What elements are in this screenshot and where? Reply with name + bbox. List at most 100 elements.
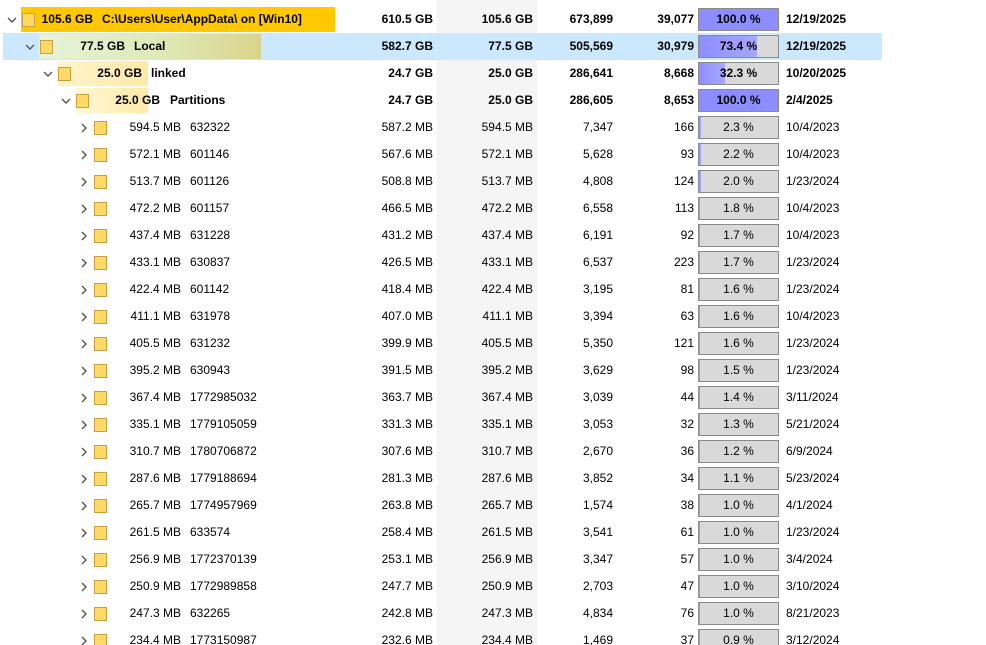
chevron-right-icon[interactable] [79, 581, 89, 592]
folder-icon [94, 499, 107, 513]
folder-icon [76, 94, 89, 108]
tree-row[interactable]: 265.7 MB 1774957969 263.8 MB 265.7 MB 1,574 3… [0, 492, 986, 519]
percent-label: 1.3 % [723, 417, 754, 431]
tree-row[interactable]: 472.2 MB 601157 466.5 MB 472.2 MB 6,558 113 1.… [0, 195, 986, 222]
chevron-down-icon[interactable] [7, 14, 17, 24]
folders-cell: 39,077 [657, 12, 694, 26]
tree-row[interactable]: 250.9 MB 1772989858 247.7 MB 250.9 MB 2,703 4… [0, 573, 986, 600]
percent-label: 1.6 % [723, 309, 754, 323]
percent-label: 1.0 % [723, 525, 754, 539]
files-cell: 286,641 [569, 66, 613, 80]
tree-row[interactable]: 25.0 GB linked 24.7 GB 25.0 GB 286,641 8,668 3… [0, 60, 986, 87]
size-cell: 405.5 MB [481, 336, 533, 350]
tree-row[interactable]: 25.0 GB Partitions 24.7 GB 25.0 GB 286,605 8,… [0, 87, 986, 114]
files-cell: 3,053 [582, 417, 613, 431]
allocated-cell: 567.6 MB [381, 147, 433, 161]
folder-icon [94, 256, 107, 270]
folder-name: 601126 [190, 174, 230, 188]
size-label: 256.9 MB [129, 552, 181, 566]
folders-cell: 98 [680, 363, 694, 377]
chevron-right-icon[interactable] [79, 311, 89, 322]
tree-row[interactable]: 77.5 GB Local 582.7 GB 77.5 GB 505,569 30,979… [0, 33, 986, 60]
chevron-right-icon[interactable] [79, 635, 89, 645]
chevron-right-icon[interactable] [79, 284, 89, 295]
folders-cell: 8,668 [663, 66, 694, 80]
percent-of-parent-bar: 1.0 % [698, 494, 779, 517]
chevron-right-icon[interactable] [79, 338, 89, 349]
percent-label: 1.2 % [723, 444, 754, 458]
size-label: 105.6 GB [41, 12, 93, 26]
size-cell: 25.0 GB [488, 66, 533, 80]
percent-of-parent-bar: 1.7 % [698, 224, 779, 247]
chevron-right-icon[interactable] [79, 392, 89, 403]
chevron-down-icon[interactable] [61, 95, 71, 105]
folder-name: 1772985032 [190, 390, 257, 404]
chevron-right-icon[interactable] [79, 446, 89, 457]
size-cell: 335.1 MB [481, 417, 533, 431]
chevron-down-icon[interactable] [43, 68, 53, 78]
tree-row[interactable]: 256.9 MB 1772370139 253.1 MB 256.9 MB 3,347 5… [0, 546, 986, 573]
folder-name: 631232 [190, 336, 231, 350]
folder-icon [94, 418, 107, 432]
percent-label: 1.0 % [723, 606, 754, 620]
chevron-right-icon[interactable] [79, 176, 89, 187]
tree-row[interactable]: 572.1 MB 601146 567.6 MB 572.1 MB 5,628 93 2.2… [0, 141, 986, 168]
tree-row[interactable]: 405.5 MB 631232 399.9 MB 405.5 MB 5,350 121 1.… [0, 330, 986, 357]
last-modified-cell: 3/10/2024 [786, 579, 840, 593]
size-cell: 395.2 MB [481, 363, 533, 377]
files-cell: 3,852 [582, 471, 613, 485]
chevron-right-icon[interactable] [79, 500, 89, 511]
tree-row[interactable]: 310.7 MB 1780706872 307.6 MB 310.7 MB 2,670 3… [0, 438, 986, 465]
percent-label: 100.0 % [716, 12, 761, 26]
allocated-cell: 610.5 GB [381, 12, 433, 26]
chevron-right-icon[interactable] [79, 122, 89, 133]
folder-name: 630837 [190, 255, 231, 269]
chevron-right-icon[interactable] [79, 473, 89, 484]
folder-icon [94, 580, 107, 594]
tree-row[interactable]: 411.1 MB 631978 407.0 MB 411.1 MB 3,394 63 1.6… [0, 303, 986, 330]
tree-row[interactable]: 433.1 MB 630837 426.5 MB 433.1 MB 6,537 223 1.… [0, 249, 986, 276]
percent-of-parent-bar: 1.6 % [698, 305, 779, 328]
tree-row[interactable]: 287.6 MB 1779188694 281.3 MB 287.6 MB 3,852 3… [0, 465, 986, 492]
chevron-right-icon[interactable] [79, 230, 89, 241]
folder-name: 1772370139 [190, 552, 257, 566]
files-cell: 6,537 [582, 255, 613, 269]
last-modified-cell: 10/20/2025 [786, 66, 847, 80]
chevron-right-icon[interactable] [79, 608, 89, 619]
percent-of-parent-bar: 2.0 % [698, 170, 779, 193]
chevron-down-icon[interactable] [25, 41, 35, 51]
chevron-right-icon[interactable] [79, 257, 89, 268]
folder-name: 632322 [190, 120, 231, 134]
size-label: 77.5 GB [80, 39, 125, 53]
folder-name: 631228 [190, 228, 231, 242]
tree-row[interactable]: 513.7 MB 601126 508.8 MB 513.7 MB 4,808 124 2.… [0, 168, 986, 195]
tree-row[interactable]: 437.4 MB 631228 431.2 MB 437.4 MB 6,191 92 1.7… [0, 222, 986, 249]
folder-icon [58, 67, 71, 81]
allocated-cell: 331.3 MB [381, 417, 433, 431]
chevron-right-icon[interactable] [79, 203, 89, 214]
tree-row[interactable]: 367.4 MB 1772985032 363.7 MB 367.4 MB 3,039 4… [0, 384, 986, 411]
allocated-cell: 363.7 MB [381, 390, 433, 404]
last-modified-cell: 2/4/2025 [786, 93, 833, 107]
size-cell: 422.4 MB [481, 282, 533, 296]
tree-row[interactable]: 261.5 MB 633574 258.4 MB 261.5 MB 3,541 61 1.0… [0, 519, 986, 546]
last-modified-cell: 10/4/2023 [786, 309, 840, 323]
tree-row[interactable]: 105.6 GB C:\Users\User\AppData\ on [Win10… [0, 6, 986, 33]
allocated-cell: 587.2 MB [381, 120, 433, 134]
allocated-cell: 24.7 GB [388, 66, 433, 80]
tree-row[interactable]: 594.5 MB 632322 587.2 MB 594.5 MB 7,347 166 2.… [0, 114, 986, 141]
chevron-right-icon[interactable] [79, 554, 89, 565]
chevron-right-icon[interactable] [79, 149, 89, 160]
tree-row[interactable]: 335.1 MB 1779105059 331.3 MB 335.1 MB 3,053 3… [0, 411, 986, 438]
percent-of-parent-bar: 2.3 % [698, 116, 779, 139]
tree-row[interactable]: 234.4 MB 1773150987 232.6 MB 234.4 MB 1,469 3… [0, 627, 986, 645]
percent-label: 2.2 % [723, 147, 754, 161]
tree-row[interactable]: 422.4 MB 601142 418.4 MB 422.4 MB 3,195 81 1.6… [0, 276, 986, 303]
last-modified-cell: 1/23/2024 [786, 336, 840, 350]
tree-row[interactable]: 247.3 MB 632265 242.8 MB 247.3 MB 4,834 76 1.0… [0, 600, 986, 627]
tree-row[interactable]: 395.2 MB 630943 391.5 MB 395.2 MB 3,629 98 1.5… [0, 357, 986, 384]
chevron-right-icon[interactable] [79, 419, 89, 430]
chevron-right-icon[interactable] [79, 527, 89, 538]
percent-of-parent-bar: 1.0 % [698, 602, 779, 625]
chevron-right-icon[interactable] [79, 365, 89, 376]
